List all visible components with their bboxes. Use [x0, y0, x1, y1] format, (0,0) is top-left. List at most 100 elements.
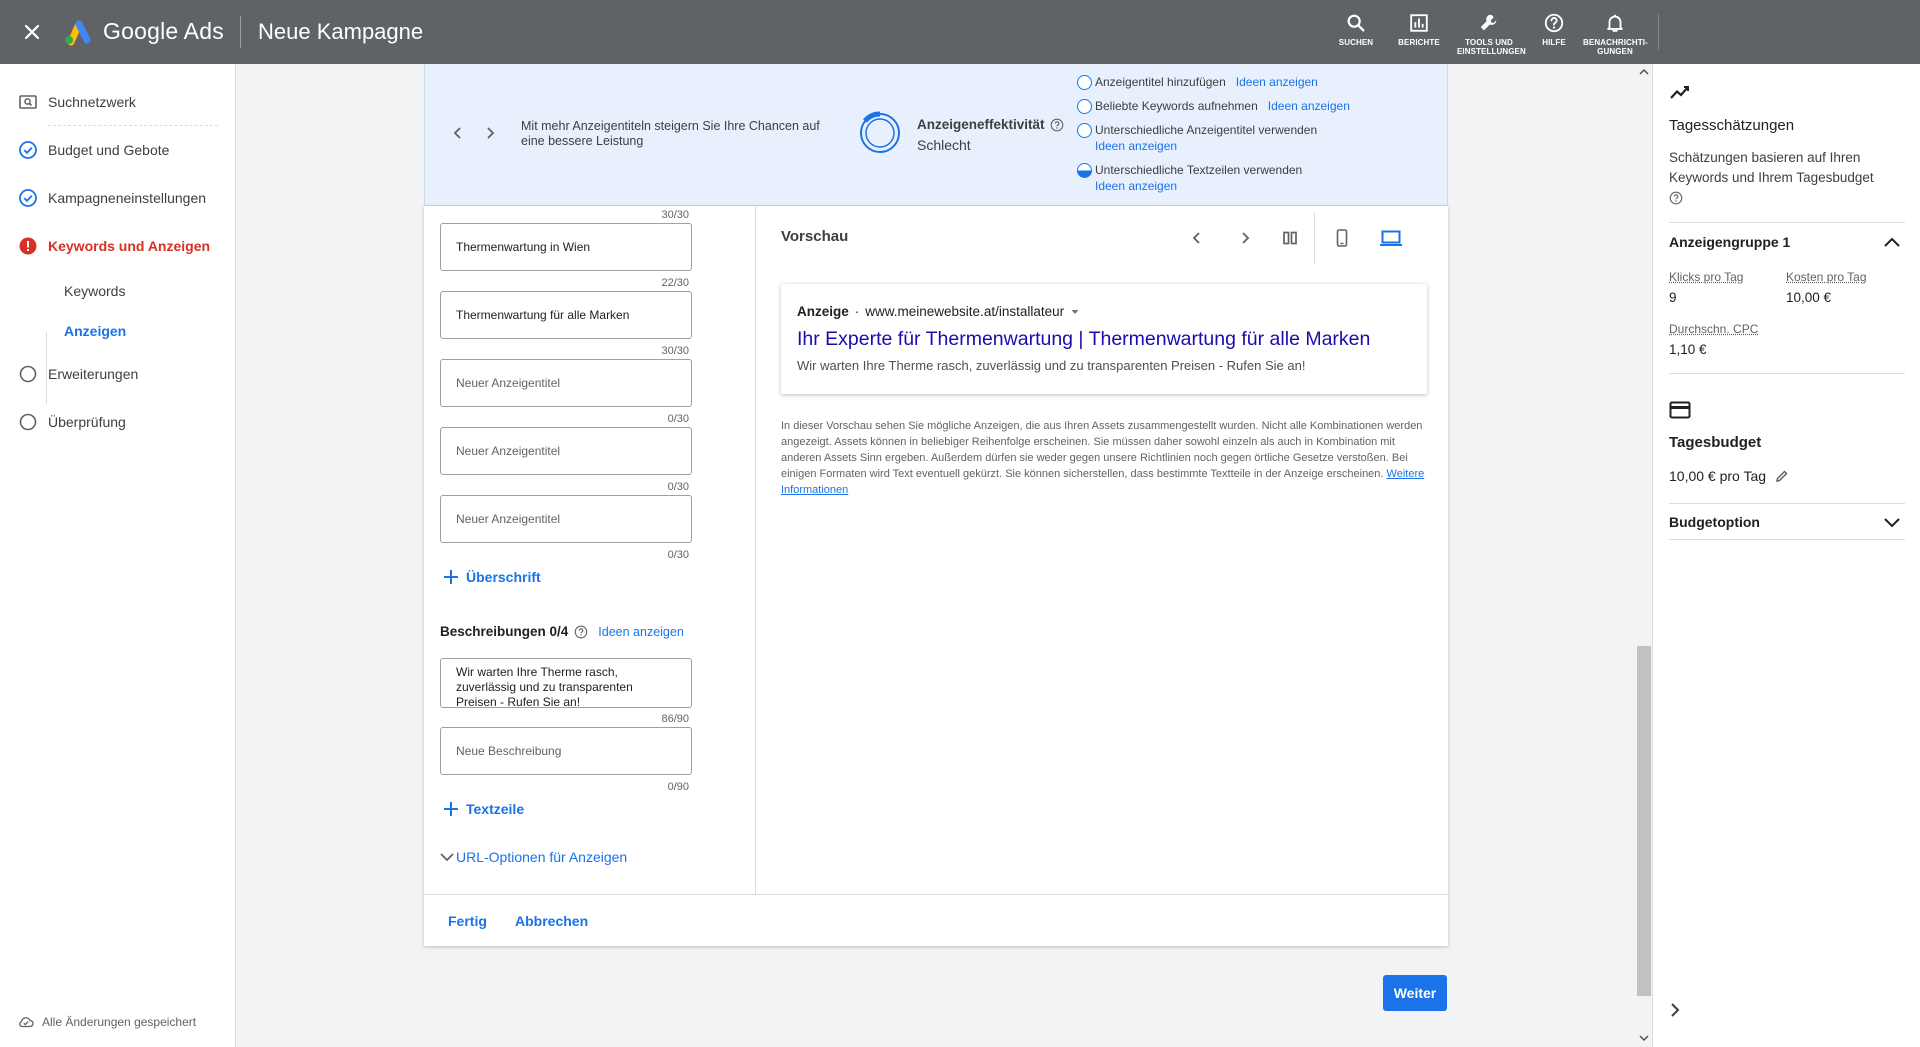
- empty-circle-icon: [19, 365, 37, 383]
- chevron-up-icon[interactable]: [1883, 235, 1901, 249]
- headline-input[interactable]: Neuer Anzeigentitel: [440, 495, 692, 543]
- cost-per-day-value: 10,00 €: [1786, 290, 1832, 305]
- tip-link[interactable]: Ideen anzeigen: [1268, 99, 1350, 113]
- tip-text: Unterschiedliche Anzeigentitel verwenden: [1095, 123, 1318, 137]
- nav-label: Budget und Gebote: [48, 142, 170, 158]
- nav-item-extensions[interactable]: Erweiterungen: [18, 362, 138, 386]
- tip-link[interactable]: Ideen anzeigen: [1095, 139, 1177, 153]
- url-options-toggle[interactable]: URL-Optionen für Anzeigen: [438, 848, 627, 866]
- tip-status-icon: [1077, 75, 1092, 90]
- tip-text: Anzeigentitel hinzufügen: [1095, 75, 1226, 89]
- nav-item-review[interactable]: Überprüfung: [18, 410, 126, 434]
- tip-add-headlines: Anzeigentitel hinzufügen Ideen anzeigen: [1077, 74, 1318, 90]
- trending-up-icon: [1670, 86, 1689, 99]
- budget-option-toggle[interactable]: Budgetoption: [1669, 514, 1760, 530]
- nav-item-campaign-settings[interactable]: Kampagneneinstellungen: [18, 186, 206, 210]
- char-counter: 0/30: [667, 481, 689, 493]
- search-icon: [1347, 14, 1365, 32]
- ad-strength-banner: Mit mehr Anzeigentiteln steigern Sie Ihr…: [424, 64, 1448, 206]
- tip-link[interactable]: Ideen anzeigen: [1236, 75, 1318, 89]
- ad-group-header[interactable]: Anzeigengruppe 1: [1669, 234, 1790, 250]
- ad-meta: Anzeige · www.meinewebsite.at/installate…: [797, 304, 1080, 319]
- reports-icon: [1410, 14, 1428, 32]
- chevron-right-icon[interactable]: [1235, 228, 1255, 248]
- nav-subitem-ads[interactable]: Anzeigen: [64, 323, 126, 339]
- cloud-check-icon: [19, 1017, 34, 1028]
- help-button[interactable]: HILFE: [1522, 12, 1586, 47]
- headline-input[interactable]: Thermenwartung in Wien: [440, 223, 692, 271]
- effectiveness-label-text: Anzeigeneffektivität: [917, 117, 1045, 132]
- tip-popular-keywords: Beliebte Keywords aufnehmen Ideen anzeig…: [1077, 98, 1350, 114]
- add-headline-label: Überschrift: [466, 569, 541, 585]
- ad-headline: Ihr Experte für Thermenwartung | Thermen…: [797, 328, 1371, 350]
- avg-cpc-value: 1,10 €: [1669, 342, 1707, 357]
- mobile-device-icon[interactable]: [1332, 228, 1352, 248]
- nav-subitem-keywords[interactable]: Keywords: [64, 283, 125, 299]
- tip-unique-descriptions: Unterschiedliche Textzeilen verwenden Id…: [1077, 162, 1302, 194]
- chevron-right-icon[interactable]: [1667, 1000, 1683, 1020]
- google-ads-logo-icon: [62, 18, 92, 46]
- done-button[interactable]: Fertig: [448, 913, 487, 929]
- nav-item-search-network[interactable]: Suchnetzwerk: [18, 90, 136, 114]
- save-status: Alle Änderungen gespeichert: [18, 1014, 196, 1030]
- next-button[interactable]: Weiter: [1383, 975, 1447, 1011]
- cancel-button[interactable]: Abbrechen: [515, 913, 588, 929]
- chevron-left-icon[interactable]: [449, 124, 467, 142]
- add-description-button[interactable]: Textzeile: [442, 800, 524, 818]
- chevron-right-icon[interactable]: [481, 124, 499, 142]
- chevron-left-icon[interactable]: [1187, 228, 1207, 248]
- nav-item-keywords-ads[interactable]: Keywords und Anzeigen: [18, 234, 210, 258]
- nav-item-budget[interactable]: Budget und Gebote: [18, 138, 169, 162]
- caret-down-icon: [1071, 309, 1079, 314]
- nav-label: Keywords und Anzeigen: [48, 238, 211, 254]
- preview-note: In dieser Vorschau sehen Sie mögliche An…: [781, 418, 1427, 498]
- tip-unique-headlines: Unterschiedliche Anzeigentitel verwenden…: [1077, 122, 1318, 154]
- save-status-text: Alle Änderungen gespeichert: [42, 1015, 197, 1029]
- tip-status-icon: [1077, 163, 1092, 178]
- search-button[interactable]: SUCHEN: [1324, 12, 1388, 47]
- scroll-up-arrow-icon[interactable]: [1639, 68, 1649, 76]
- desktop-device-icon[interactable]: [1379, 228, 1403, 248]
- help-icon[interactable]: [1050, 118, 1064, 132]
- notifications-button[interactable]: BENACHRICHTI- GUNGEN: [1583, 12, 1648, 56]
- preview-toolbar-divider: [1314, 212, 1315, 264]
- help-button-label: HILFE: [1542, 38, 1566, 47]
- brand-name: Google Ads: [103, 18, 224, 44]
- help-icon[interactable]: [1669, 191, 1683, 205]
- tools-button[interactable]: TOOLS UND EINSTELLUNGEN: [1457, 12, 1526, 56]
- char-counter: 30/30: [661, 209, 689, 221]
- scroll-down-arrow-icon[interactable]: [1639, 1034, 1649, 1042]
- edit-pencil-icon[interactable]: [1774, 468, 1790, 484]
- empty-circle-icon: [19, 413, 37, 431]
- description-input[interactable]: Wir warten Ihre Therme rasch, zuverlässi…: [440, 658, 692, 709]
- daily-budget-value: 10,00 € pro Tag: [1669, 468, 1767, 484]
- nav-label: Überprüfung: [48, 414, 126, 430]
- char-counter: 0/30: [667, 413, 689, 425]
- plus-icon: [444, 570, 458, 584]
- add-headline-button[interactable]: Überschrift: [442, 568, 541, 586]
- add-description-label: Textzeile: [466, 801, 525, 817]
- descriptions-ideas-link[interactable]: Ideen anzeigen: [598, 625, 684, 639]
- help-icon[interactable]: [574, 625, 588, 639]
- banner-message: Mit mehr Anzeigentiteln steigern Sie Ihr…: [521, 119, 820, 148]
- panel-divider: [1669, 539, 1905, 540]
- headline-input[interactable]: Thermenwartung für alle Marken: [440, 291, 692, 339]
- chevron-down-icon[interactable]: [1883, 516, 1901, 530]
- daily-estimates-panel: Tagesschätzungen Schätzungen basieren au…: [1652, 64, 1920, 1047]
- headline-input[interactable]: Neuer Anzeigentitel: [440, 427, 692, 475]
- tip-link[interactable]: Ideen anzeigen: [1095, 179, 1177, 193]
- error-icon: [19, 237, 37, 255]
- tools-button-label-2: EINSTELLUNGEN: [1457, 47, 1526, 56]
- ad-url: www.meinewebsite.at/installateur: [865, 304, 1065, 319]
- descriptions-title-text: Beschreibungen 0/4: [440, 624, 569, 639]
- headline-input[interactable]: Neuer Anzeigentitel: [440, 359, 692, 407]
- estimates-description-text: Schätzungen basieren auf Ihren Keywords …: [1669, 150, 1874, 185]
- ad-preview-panel: Vorschau Anzeige · www.meinewebsite.at/i…: [757, 206, 1448, 894]
- effectiveness-value: Schlecht: [917, 137, 971, 153]
- scrollbar-thumb[interactable]: [1637, 646, 1651, 996]
- reports-button[interactable]: BERICHTE: [1387, 12, 1451, 47]
- nav-label: Suchnetzwerk: [48, 94, 136, 110]
- description-input[interactable]: Neue Beschreibung: [440, 727, 692, 775]
- column-view-icon[interactable]: [1280, 228, 1300, 248]
- close-icon[interactable]: [20, 20, 44, 44]
